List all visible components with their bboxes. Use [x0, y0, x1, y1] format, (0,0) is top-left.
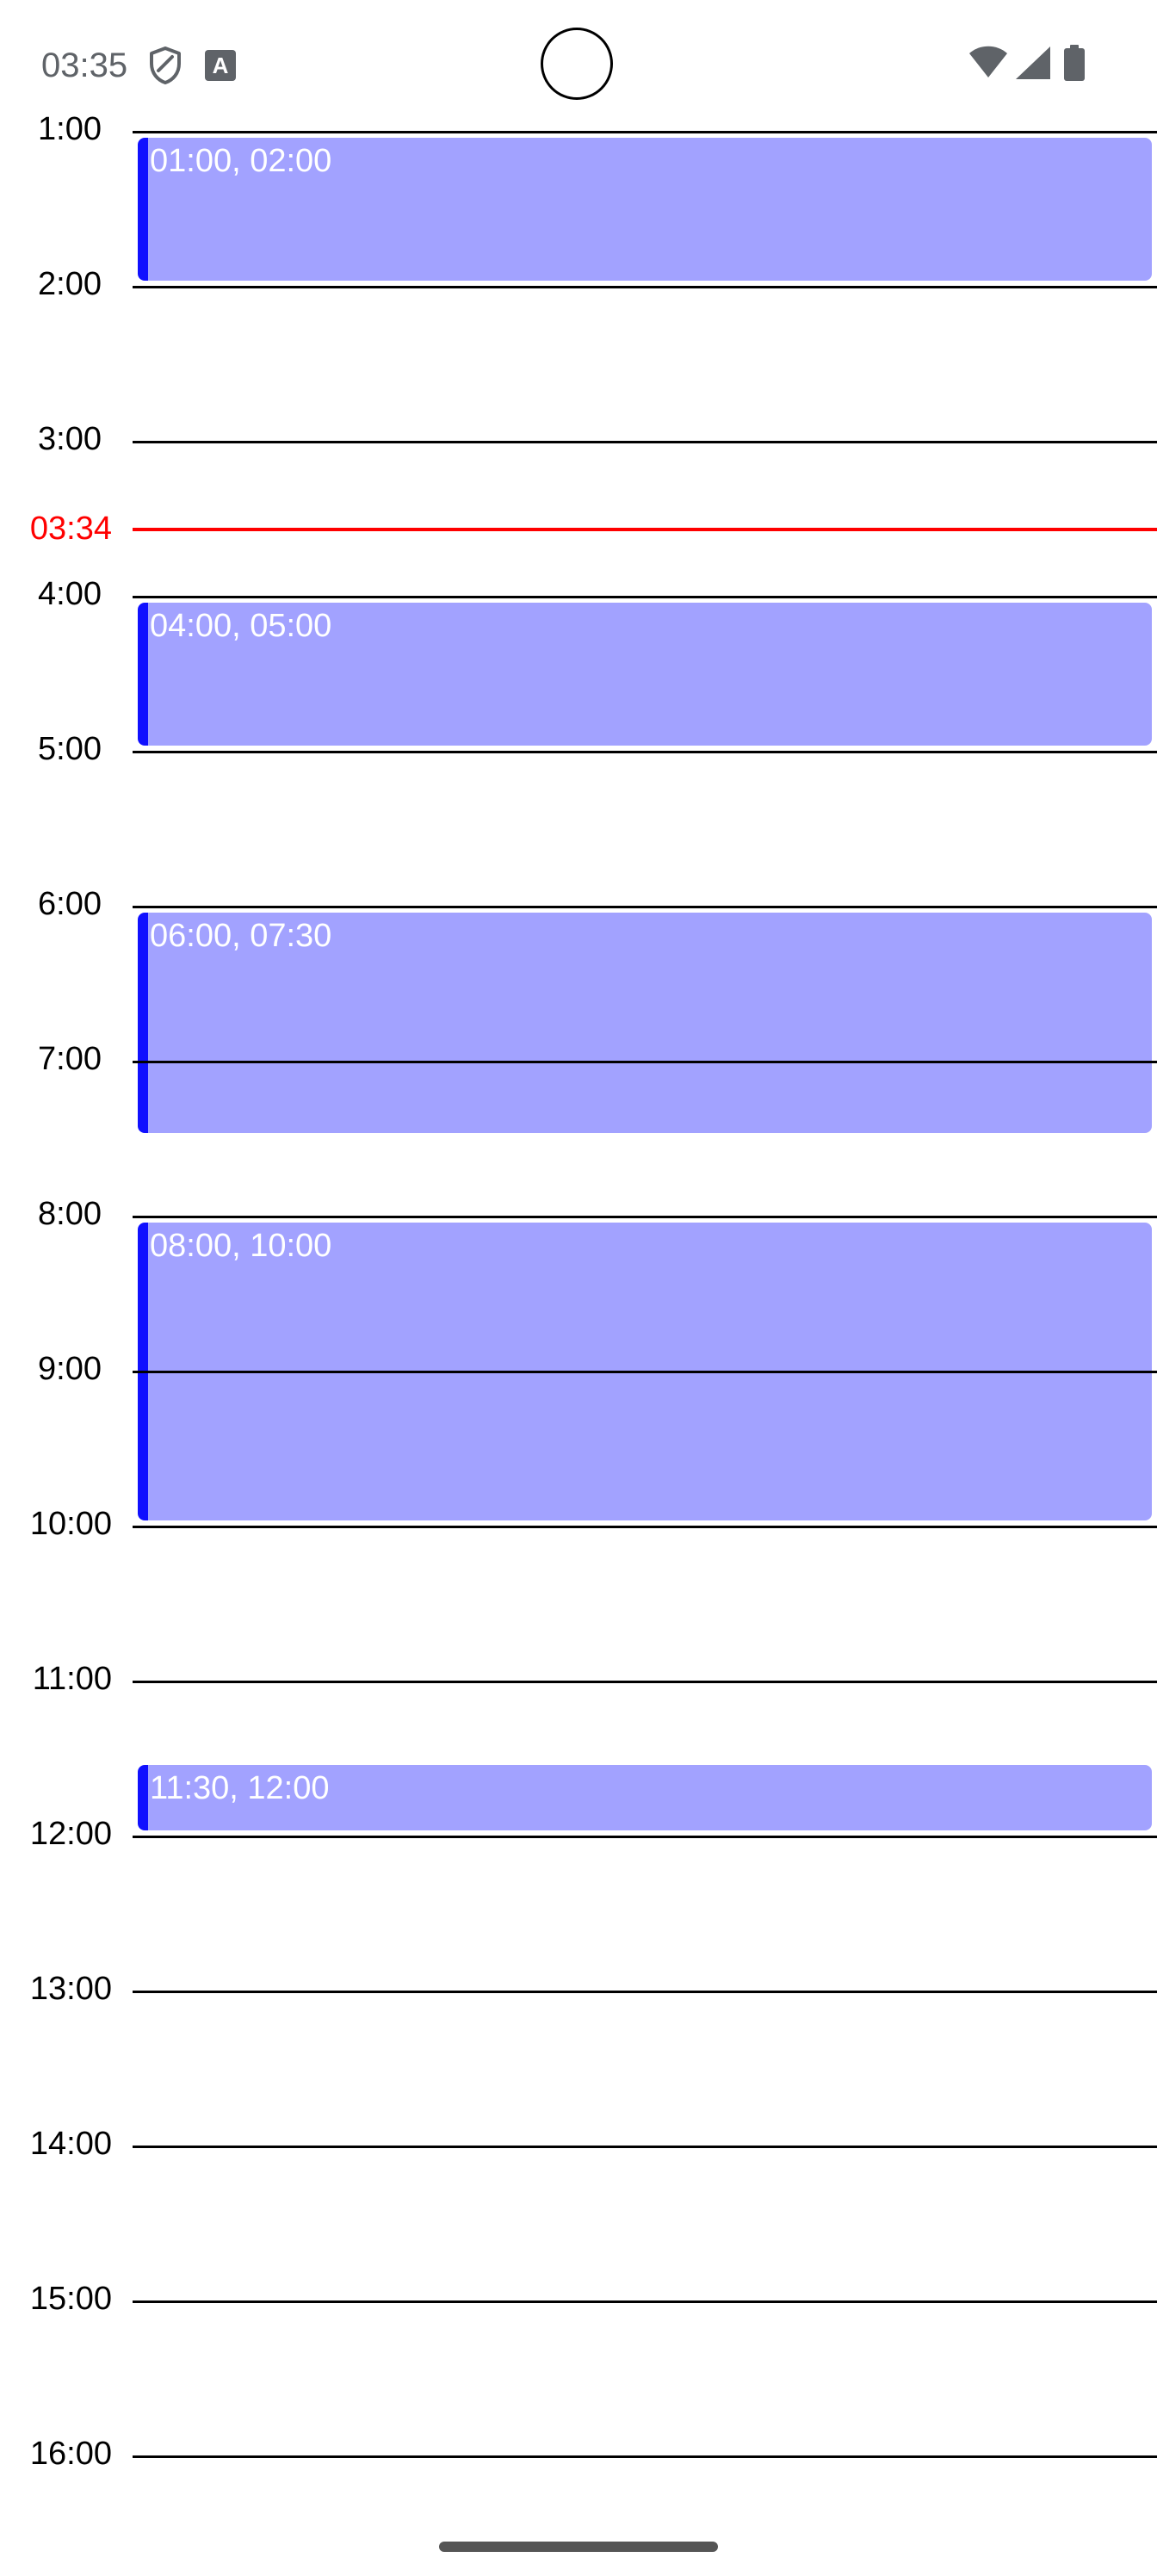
calendar-event[interactable]: 11:30, 12:00 [138, 1765, 1152, 1830]
event-title: 06:00, 07:30 [150, 918, 332, 954]
calendar-event[interactable]: 01:00, 02:00 [138, 138, 1152, 281]
hour-label: 12:00 [29, 1816, 112, 1852]
event-title: 01:00, 02:00 [150, 143, 332, 179]
shield-icon [146, 45, 184, 86]
status-time: 03:35 [41, 46, 128, 84]
hour-line [133, 2300, 1157, 2303]
current-time-label: 03:34 [29, 511, 112, 547]
hour-label: 13:00 [29, 1971, 112, 2007]
current-time-line [133, 528, 1157, 531]
calendar-event[interactable]: 04:00, 05:00 [138, 603, 1152, 746]
gesture-handle[interactable] [439, 2542, 718, 2552]
event-title: 11:30, 12:00 [150, 1770, 330, 1806]
hour-line [133, 2455, 1157, 2458]
camera-cutout [541, 28, 613, 100]
battery-icon [1064, 45, 1085, 81]
event-accent-bar [138, 603, 148, 746]
status-bar: 03:35 A [0, 0, 1157, 121]
hour-label: 9:00 [38, 1351, 102, 1387]
hour-label: 4:00 [38, 576, 102, 612]
hour-line [133, 441, 1157, 443]
hour-label: 2:00 [38, 266, 102, 302]
keyboard-icon: A [205, 50, 236, 81]
hour-line [133, 596, 1157, 598]
hour-line [133, 1836, 1157, 1838]
wifi-icon [968, 45, 1009, 81]
hour-label: 6:00 [38, 886, 102, 922]
hour-line [133, 1681, 1157, 1683]
day-view[interactable]: 1:00 2:00 3:00 4:00 5:00 6:00 7:00 8:00 9:00 10:0… [0, 111, 1157, 2531]
hour-label: 16:00 [29, 2436, 112, 2472]
calendar-event[interactable]: 06:00, 07:30 [138, 913, 1152, 1133]
hour-label: 5:00 [38, 731, 102, 767]
hour-label: 10:00 [29, 1506, 112, 1542]
event-accent-bar [138, 913, 148, 1133]
hour-line [133, 1061, 1157, 1063]
hour-label: 7:00 [38, 1041, 102, 1077]
hour-line [133, 1526, 1157, 1528]
hour-label: 8:00 [38, 1196, 102, 1232]
signal-icon [1014, 45, 1052, 81]
hour-line [133, 1991, 1157, 1993]
hour-line [133, 751, 1157, 753]
hour-label: 14:00 [29, 2126, 112, 2162]
hour-label: 1:00 [38, 111, 102, 147]
hour-label: 11:00 [32, 1661, 112, 1697]
hour-line [133, 2146, 1157, 2148]
hour-line [133, 1216, 1157, 1218]
event-title: 08:00, 10:00 [150, 1228, 332, 1264]
hour-label: 3:00 [38, 421, 102, 457]
screen: 03:35 A 1:00 2:00 3:00 4:00 5:00 6:00 7:… [0, 0, 1157, 2576]
hour-line [133, 906, 1157, 908]
event-accent-bar [138, 1765, 148, 1830]
hour-label: 15:00 [29, 2281, 112, 2317]
hour-line [133, 1371, 1157, 1373]
event-accent-bar [138, 138, 148, 281]
hour-line [133, 131, 1157, 133]
hour-line [133, 286, 1157, 288]
event-title: 04:00, 05:00 [150, 608, 332, 644]
